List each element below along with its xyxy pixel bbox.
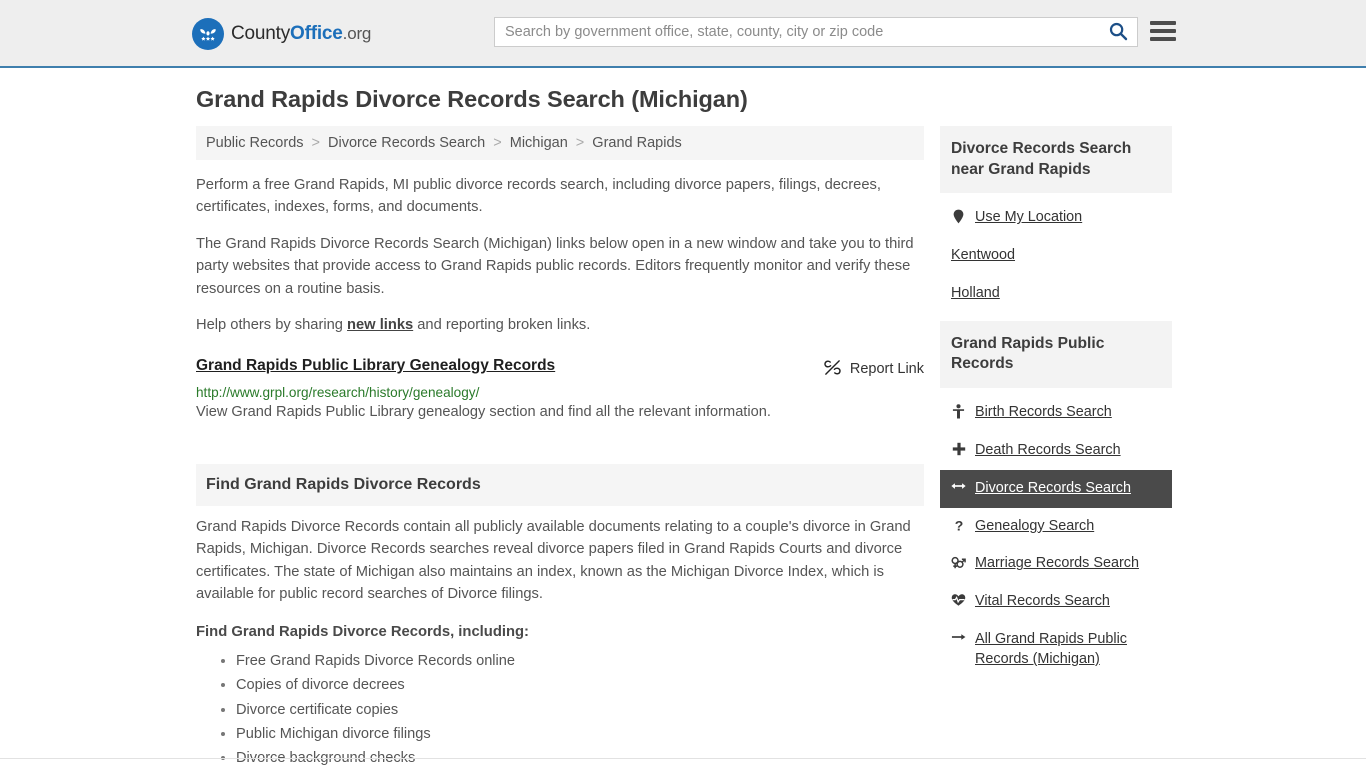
broken-link-icon	[823, 358, 842, 381]
result-description: View Grand Rapids Public Library genealo…	[196, 403, 771, 420]
sidebar-item-use-my-location[interactable]: Use My Location	[940, 199, 1172, 237]
list-item: Copies of divorce decrees	[221, 673, 924, 697]
question-mark-icon: ?	[951, 517, 966, 533]
eagle-seal-logo-icon	[192, 18, 224, 50]
sidebar-item-label: Vital Records Search	[975, 593, 1110, 610]
baby-icon	[951, 403, 966, 419]
page-body: Grand Rapids Divorce Records Search (Mic…	[0, 68, 1366, 766]
sidebar-item-label: Holland	[951, 284, 1000, 301]
logo-text-office: Office	[290, 23, 343, 44]
sidebar: Divorce Records Search near Grand Rapids…	[940, 126, 1172, 687]
sidebar-item-label: Marriage Records Search	[975, 555, 1139, 572]
map-pin-icon	[951, 208, 966, 224]
hamburger-bar	[1150, 37, 1176, 41]
two-column-layout: Public Records > Divorce Records Search …	[196, 126, 1172, 768]
arrows-left-right-icon	[951, 479, 966, 492]
share-text-after: and reporting broken links.	[413, 317, 591, 334]
search-bar[interactable]	[494, 17, 1138, 47]
search-button[interactable]	[1099, 18, 1137, 46]
intro-paragraph-3: Help others by sharing new links and rep…	[196, 314, 924, 336]
section-list-title: Find Grand Rapids Divorce Records, inclu…	[196, 623, 529, 640]
list-item: Divorce certificate copies	[221, 698, 924, 722]
intro-paragraph-1: Perform a free Grand Rapids, MI public d…	[196, 177, 881, 216]
section-body: Grand Rapids Divorce Records contain all…	[196, 506, 924, 768]
logo-wordmark: CountyOffice.org	[231, 23, 371, 45]
report-link-label: Report Link	[849, 361, 924, 378]
sidebar-item-birth-records-search[interactable]: Birth Records Search	[940, 394, 1172, 432]
search-input[interactable]	[495, 18, 1099, 46]
logo-text-county: County	[231, 23, 291, 44]
sidebar-item-label: Birth Records Search	[975, 403, 1112, 420]
hamburger-menu-icon[interactable]	[1150, 19, 1176, 43]
breadcrumb-separator: >	[575, 135, 585, 151]
breadcrumb-item-public-records[interactable]: Public Records	[206, 135, 304, 151]
site-logo[interactable]: CountyOffice.org	[192, 18, 371, 50]
records-panel-title: Grand Rapids Public Records	[940, 320, 1172, 388]
sidebar-item-label: Use My Location	[975, 209, 1083, 226]
result-url: http://www.grpl.org/research/history/gen…	[196, 384, 480, 400]
sidebar-item-all-public-records[interactable]: All Grand Rapids Public Records (Michiga…	[940, 621, 1172, 679]
sidebar-item-label: Kentwood	[951, 247, 1016, 264]
sidebar-item-genealogy-search[interactable]: ? Genealogy Search	[940, 508, 1172, 546]
report-link-button[interactable]: Report Link	[823, 357, 924, 381]
page-title: Grand Rapids Divorce Records Search (Mic…	[196, 86, 748, 112]
search-icon	[1108, 21, 1128, 44]
list-item: Free Grand Rapids Divorce Records online	[221, 649, 924, 673]
heartbeat-icon	[951, 592, 966, 607]
sidebar-item-holland[interactable]: Holland	[940, 275, 1172, 313]
breadcrumb: Public Records > Divorce Records Search …	[196, 126, 924, 160]
breadcrumb-separator: >	[493, 135, 502, 151]
new-links-link[interactable]: new links	[347, 317, 413, 333]
section-paragraph: Grand Rapids Divorce Records contain all…	[196, 518, 911, 603]
sidebar-item-marriage-records-search[interactable]: Marriage Records Search	[940, 545, 1172, 583]
site-header: CountyOffice.org	[0, 0, 1366, 68]
sidebar-item-divorce-records-search[interactable]: Divorce Records Search	[940, 469, 1172, 508]
svg-text:?: ?	[954, 518, 963, 533]
nearby-searches-panel: Divorce Records Search near Grand Rapids…	[940, 126, 1172, 313]
list-item: Public Michigan divorce filings	[221, 722, 924, 746]
public-records-panel: Grand Rapids Public Records Birth Record…	[940, 320, 1172, 679]
breadcrumb-item-grand-rapids[interactable]: Grand Rapids	[592, 135, 681, 151]
section-heading: Find Grand Rapids Divorce Records	[196, 463, 924, 506]
result-header-row: Grand Rapids Public Library Genealogy Re…	[196, 357, 924, 381]
content-wrapper: Grand Rapids Divorce Records Search (Mic…	[196, 86, 1172, 768]
venus-mars-icon	[951, 554, 966, 570]
records-panel-body: Birth Records Search Death Records Searc…	[940, 388, 1172, 679]
hamburger-bar	[1150, 29, 1176, 33]
breadcrumb-item-michigan[interactable]: Michigan	[510, 135, 568, 151]
arrow-right-icon	[951, 630, 966, 643]
logo-text-tld: .org	[342, 24, 372, 43]
nearby-panel-body: Use My Location Kentwood Holland	[940, 193, 1172, 313]
hamburger-bar	[1150, 21, 1176, 25]
sidebar-item-label: Death Records Search	[975, 441, 1121, 458]
nearby-panel-title: Divorce Records Search near Grand Rapids	[940, 126, 1172, 194]
sidebar-item-label: All Grand Rapids Public Records (Michiga…	[975, 631, 1127, 668]
footer-divider	[0, 758, 1366, 759]
result-title-link[interactable]: Grand Rapids Public Library Genealogy Re…	[196, 357, 555, 375]
result-item: Grand Rapids Public Library Genealogy Re…	[196, 357, 924, 420]
main-column: Public Records > Divorce Records Search …	[196, 126, 924, 768]
share-text-before: Help others by sharing	[196, 317, 348, 334]
sidebar-item-vital-records-search[interactable]: Vital Records Search	[940, 583, 1172, 621]
sidebar-item-death-records-search[interactable]: Death Records Search	[940, 432, 1172, 470]
breadcrumb-item-divorce-records-search[interactable]: Divorce Records Search	[328, 135, 485, 151]
section-list: Free Grand Rapids Divorce Records online…	[196, 649, 924, 768]
sidebar-item-kentwood[interactable]: Kentwood	[940, 237, 1172, 275]
breadcrumb-separator: >	[311, 135, 321, 151]
cross-icon	[951, 441, 966, 456]
sidebar-item-label: Divorce Records Search	[975, 479, 1131, 496]
sidebar-item-label: Genealogy Search	[975, 517, 1095, 534]
intro-paragraph-2: The Grand Rapids Divorce Records Search …	[196, 235, 914, 297]
